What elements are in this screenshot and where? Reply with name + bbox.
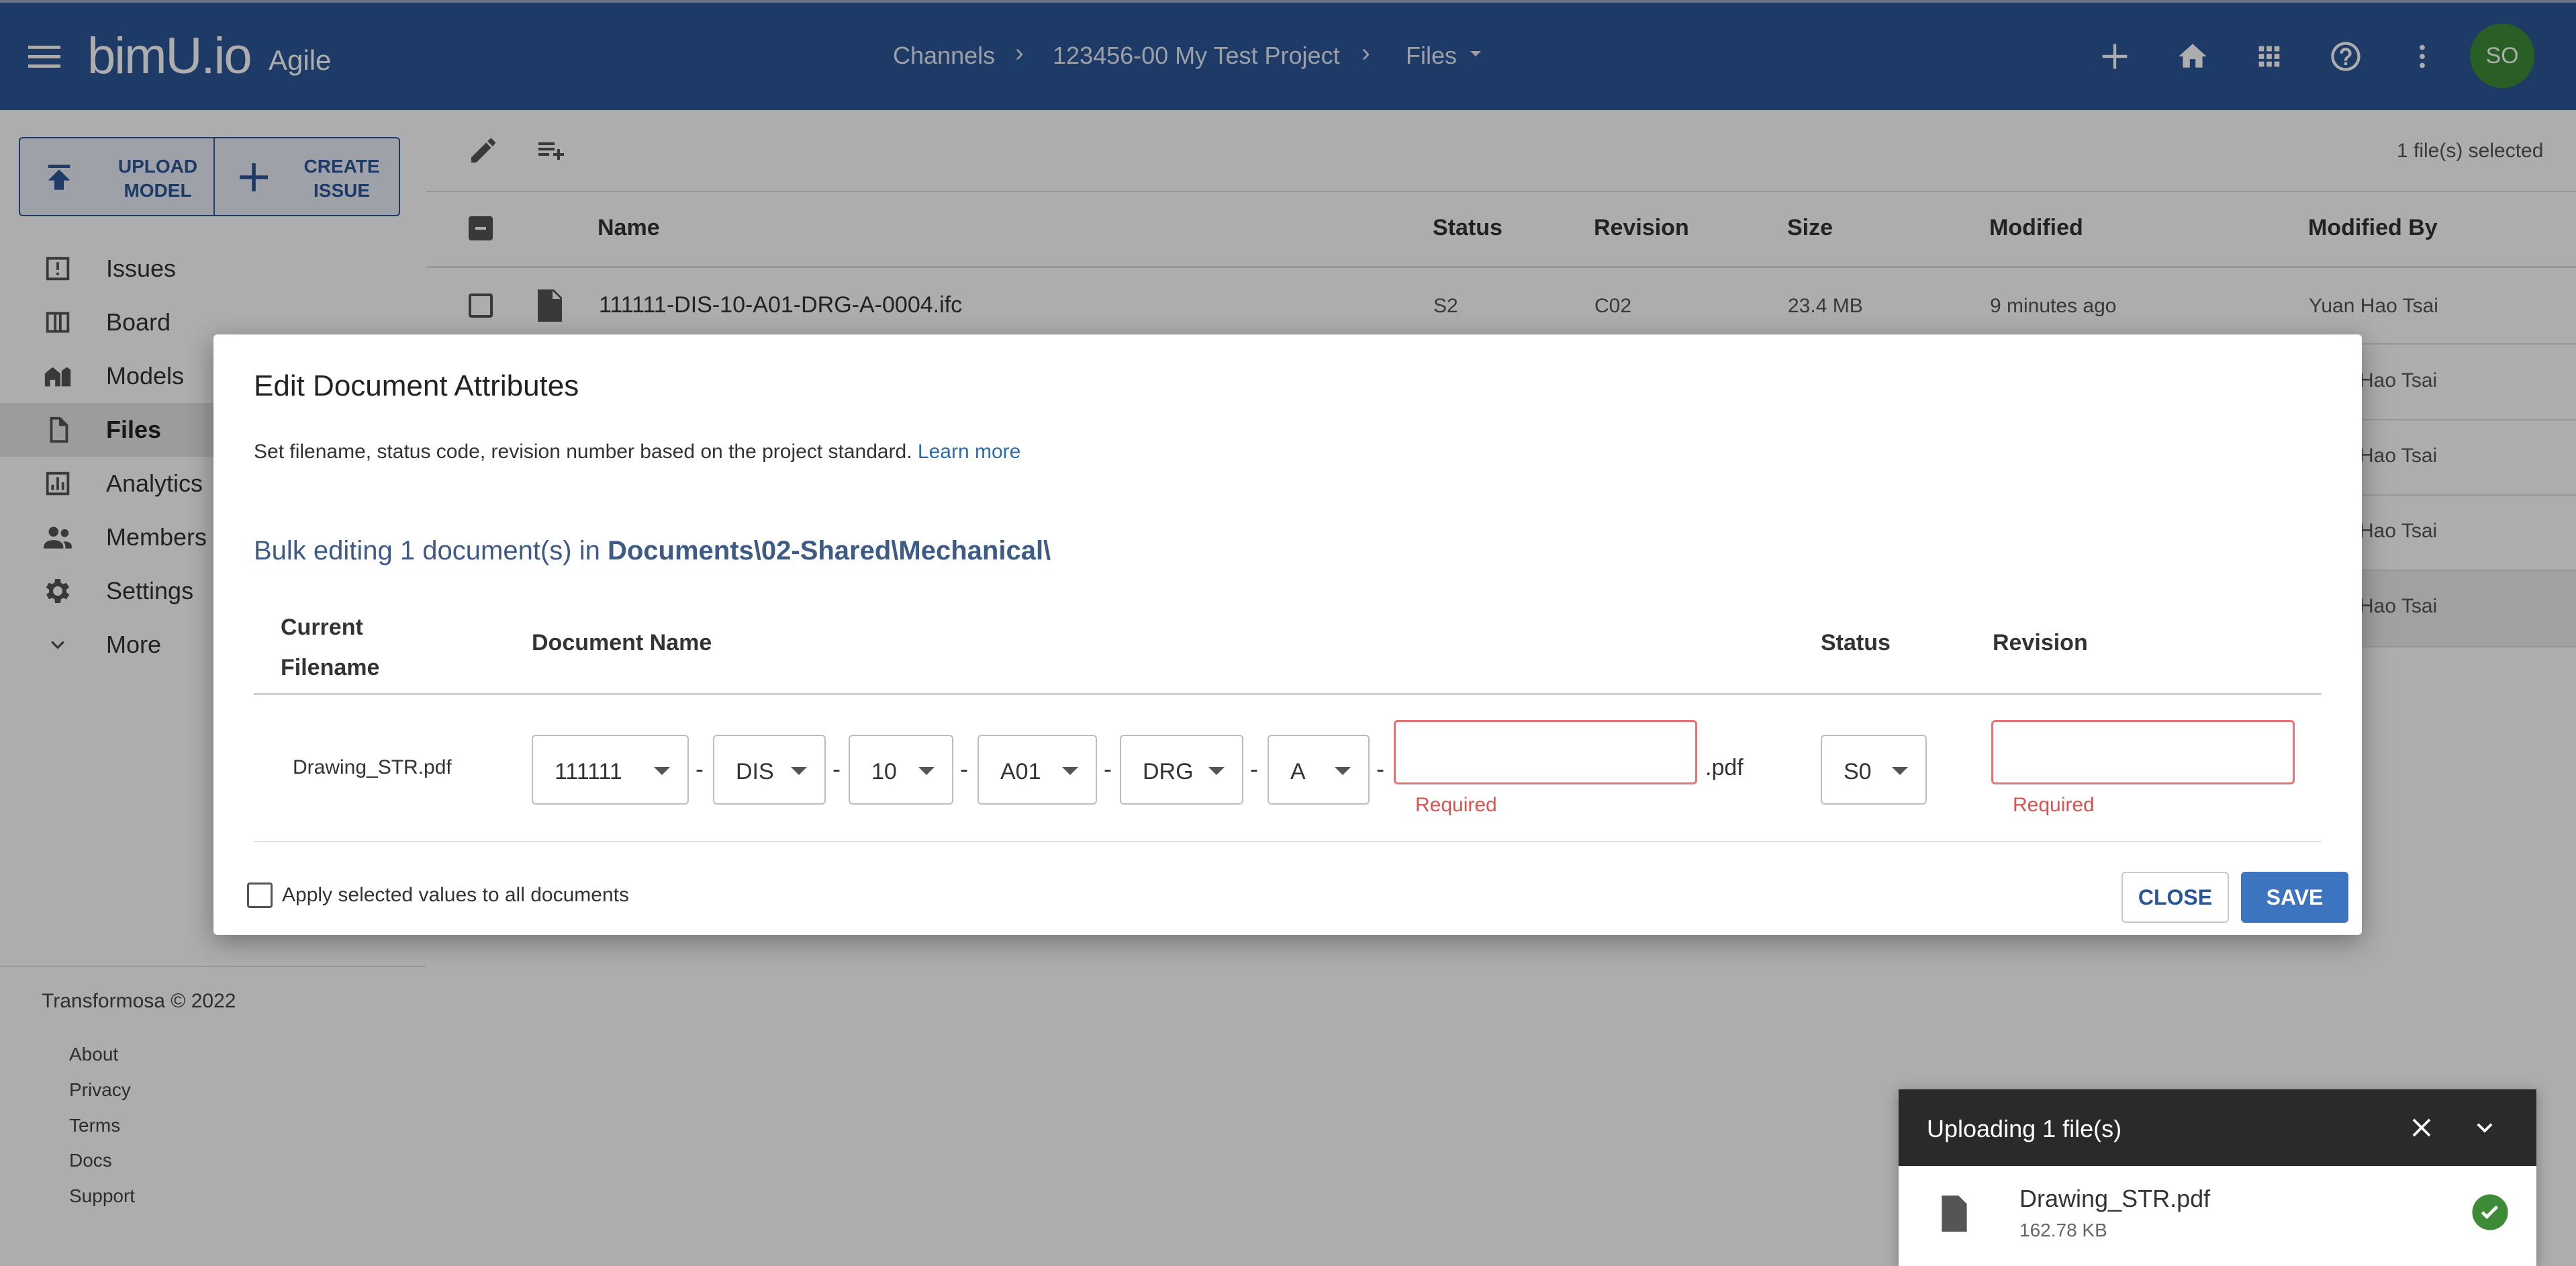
select-value: A: [1290, 759, 1306, 784]
dialog-description-text: Set filename, status code, revision numb…: [254, 441, 912, 463]
bulk-edit-path: Documents\02-Shared\Mechanical\: [607, 536, 1051, 566]
dropdown-arrow-icon: [918, 767, 935, 775]
segment-select-volume[interactable]: 10: [849, 735, 953, 805]
segment-separator: -: [1250, 755, 1258, 782]
segment-select-role[interactable]: A: [1268, 735, 1370, 805]
dropdown-arrow-icon: [1208, 767, 1225, 775]
select-value: 10: [871, 759, 897, 784]
dialog-row-divider: [254, 841, 2322, 842]
dialog-header-divider: [254, 693, 2322, 695]
status-select[interactable]: S0: [1821, 735, 1927, 805]
revision-input[interactable]: [1991, 720, 2295, 784]
segment-select-project[interactable]: 111111: [532, 735, 689, 805]
segment-separator: -: [1104, 755, 1112, 782]
column-header-revision: Revision: [1993, 630, 2088, 655]
upload-file-size: 162.78 KB: [2019, 1220, 2107, 1240]
segment-separator: -: [1376, 755, 1384, 782]
revision-required-message: Required: [2013, 794, 2095, 816]
dropdown-arrow-icon: [1335, 767, 1351, 775]
upload-title: Uploading 1 file(s): [1927, 1115, 2122, 1142]
upload-panel-header: Uploading 1 file(s): [1899, 1089, 2536, 1166]
segment-select-level[interactable]: A01: [977, 735, 1097, 805]
select-value: DIS: [736, 759, 774, 784]
upload-panel: Uploading 1 file(s) Drawing_STR.pdf 162.…: [1899, 1089, 2536, 1266]
dropdown-arrow-icon: [1892, 767, 1908, 775]
dropdown-arrow-icon: [791, 767, 807, 775]
close-icon[interactable]: [2406, 1112, 2437, 1143]
current-filename-line1: Current: [281, 615, 363, 640]
select-value: A01: [1000, 759, 1041, 784]
select-value: S0: [1844, 759, 1872, 784]
current-filename: Drawing_STR.pdf: [293, 756, 452, 778]
dialog-title: Edit Document Attributes: [254, 369, 579, 402]
segment-select-originator[interactable]: DIS: [713, 735, 826, 805]
learn-more-link[interactable]: Learn more: [918, 441, 1020, 463]
current-filename-line2: Filename: [281, 655, 380, 680]
apply-all-label: Apply selected values to all documents: [282, 884, 629, 906]
select-value: DRG: [1143, 759, 1194, 784]
column-header-status: Status: [1821, 630, 1891, 655]
dialog-description: Set filename, status code, revision numb…: [254, 441, 1020, 463]
segment-separator: -: [696, 755, 704, 782]
file-extension: .pdf: [1705, 755, 1744, 780]
check-circle-icon: [2472, 1194, 2508, 1230]
column-header-document-name: Document Name: [532, 630, 712, 655]
apply-all-checkbox[interactable]: [247, 883, 273, 908]
file-icon: [1942, 1195, 1967, 1232]
column-header-current-filename: Current Filename: [281, 607, 379, 688]
bulk-edit-summary: Bulk editing 1 document(s) in Documents\…: [254, 536, 1051, 566]
close-button[interactable]: CLOSE: [2121, 872, 2229, 923]
segment-separator: -: [960, 755, 968, 782]
number-required-message: Required: [1415, 794, 1497, 816]
dropdown-arrow-icon: [654, 767, 670, 775]
number-input[interactable]: [1394, 720, 1697, 784]
upload-file-name: Drawing_STR.pdf: [2019, 1185, 2211, 1212]
segment-separator: -: [832, 755, 841, 782]
save-button[interactable]: SAVE: [2241, 872, 2348, 923]
bulk-edit-prefix: Bulk editing 1 document(s) in: [254, 536, 600, 566]
edit-attributes-dialog: Edit Document Attributes Set filename, s…: [213, 334, 2362, 935]
select-value: 111111: [555, 759, 622, 784]
chevron-down-icon[interactable]: [2469, 1112, 2500, 1143]
segment-select-type[interactable]: DRG: [1120, 735, 1243, 805]
dropdown-arrow-icon: [1062, 767, 1078, 775]
